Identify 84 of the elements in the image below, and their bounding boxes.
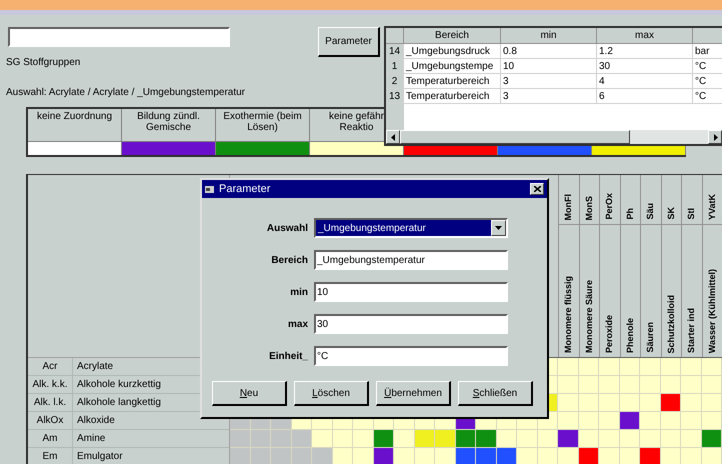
row-number: 14 xyxy=(386,44,404,58)
dropdown-arrow-icon xyxy=(495,226,502,230)
field-label: Bereich xyxy=(270,254,309,268)
table-cell: 1.2 xyxy=(597,44,693,58)
close-button[interactable] xyxy=(530,183,544,195)
table-cell: 4 xyxy=(597,74,693,88)
column-name: Starter ind xyxy=(685,308,697,353)
row-abbreviation: Am xyxy=(42,432,58,446)
row-abbreviation: AlkOx xyxy=(36,414,64,428)
row-abbreviation: Em xyxy=(42,450,58,464)
field-label: Auswahl xyxy=(266,222,309,236)
table-cell: 3 xyxy=(501,74,597,88)
table-cell: _Umgebungstempe xyxy=(404,59,501,73)
row-name: Amine xyxy=(72,430,106,447)
column-abbreviation: MonS xyxy=(582,196,594,220)
row-abbreviation: Alk. k.k. xyxy=(31,378,68,392)
column-header[interactable]: max xyxy=(597,28,693,43)
close-icon xyxy=(534,186,540,192)
row-number: 1 xyxy=(386,59,404,73)
group-label: SG Stoffgruppen xyxy=(6,57,80,68)
column-abbreviation: StI xyxy=(685,208,697,220)
dialog-title: Parameter xyxy=(219,182,272,197)
row-name: Alkohole kurzkettig xyxy=(72,376,161,393)
field-label: min xyxy=(289,286,309,300)
legend-label: Gemische xyxy=(146,122,191,133)
dialog-button[interactable]: Neu xyxy=(212,381,287,406)
parameter-button[interactable]: Parameter xyxy=(318,27,380,57)
text-field[interactable]: °C xyxy=(314,346,508,366)
legend-label: keine gefähr xyxy=(328,111,384,122)
legend-label: keine Zuordnung xyxy=(36,111,112,122)
table-cell: _Umgebungsdruck xyxy=(404,44,501,58)
horizontal-scrollbar[interactable] xyxy=(386,130,722,144)
column-abbreviation: MonFl xyxy=(562,194,574,220)
row-number: 2 xyxy=(386,74,404,88)
table-cell: Temperaturbereich xyxy=(404,89,501,103)
table-cell: 30 xyxy=(597,59,693,73)
table-cell: 3 xyxy=(501,89,597,103)
table-cell: °C xyxy=(693,89,722,103)
row-abbreviation: Acr xyxy=(42,360,58,374)
table-cell: Temperaturbereich xyxy=(404,74,501,88)
column-abbreviation: SK xyxy=(664,207,676,220)
dialog-button[interactable]: Schließen xyxy=(458,381,533,406)
row-name: Alkohole langkettig xyxy=(72,394,161,411)
legend-label: Lösen) xyxy=(247,122,278,133)
search-field[interactable] xyxy=(8,27,230,47)
column-abbreviation: PerOx xyxy=(603,193,615,220)
table-cell: °C xyxy=(693,59,722,73)
row-name: Alkoxide xyxy=(72,412,115,429)
table-cell: 0.8 xyxy=(501,44,597,58)
column-name: Wasser (Kühlmittel) xyxy=(706,268,718,353)
column-abbreviation: Ph xyxy=(624,208,636,220)
selection-text: Auswahl: Acrylate / Acrylate / _Umgebungstemperatur xyxy=(6,87,246,98)
legend-label: Reaktio xyxy=(340,122,374,133)
text-field[interactable]: 30 xyxy=(314,314,508,334)
table-cell: °C xyxy=(693,74,722,88)
column-name: Monomere flüssig xyxy=(562,276,574,353)
column-name: Monomere Säure xyxy=(582,280,594,353)
row-number: 13 xyxy=(386,89,404,103)
column-name: Säuren xyxy=(644,322,656,353)
text-field[interactable]: 10 xyxy=(314,282,508,302)
left-arrow-icon xyxy=(390,134,396,140)
column-abbreviation: Säu xyxy=(644,203,656,220)
table-cell: 10 xyxy=(501,59,597,73)
row-name: Emulgator xyxy=(72,448,123,464)
column-name: Schutzkolloid xyxy=(664,294,676,353)
column-header[interactable]: Bereich xyxy=(404,28,501,43)
dialog-button[interactable]: Übernehmen xyxy=(376,381,451,406)
row-name: Acrylate xyxy=(72,358,114,375)
table-cell: bar xyxy=(693,44,722,58)
right-arrow-icon xyxy=(712,134,718,140)
legend-label: Exothermie (beim xyxy=(223,111,302,122)
column-name: Phenole xyxy=(624,318,636,353)
legend-label: Bildung zündl. xyxy=(137,111,200,122)
column-abbreviation: YVatK xyxy=(706,194,718,220)
field-label: max xyxy=(286,318,309,332)
column-header[interactable]: min xyxy=(501,28,597,43)
window-icon xyxy=(205,184,215,194)
table-cell: 6 xyxy=(597,89,693,103)
column-name: Peroxide xyxy=(603,314,615,353)
row-abbreviation: Alk. l.k. xyxy=(32,396,68,410)
dialog-button[interactable]: Löschen xyxy=(294,381,369,406)
text-field[interactable]: _Umgebungstemperatur xyxy=(314,250,508,270)
field-label: Einheit_ xyxy=(268,350,309,364)
selection-dropdown[interactable]: _Umgebungstemperatur xyxy=(314,218,508,238)
